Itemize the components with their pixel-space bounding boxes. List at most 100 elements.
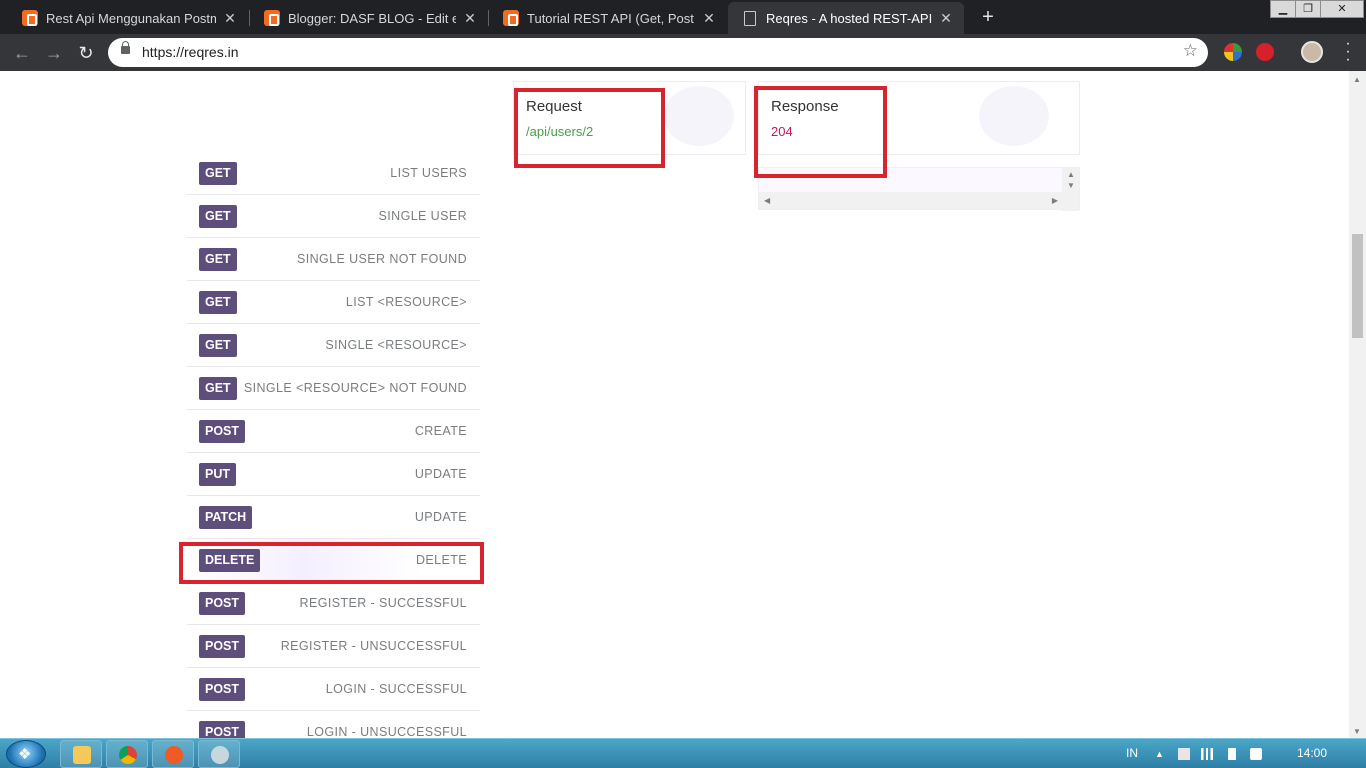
antivirus-extension-icon[interactable] [1256, 43, 1274, 61]
taskbar-chrome-button[interactable] [106, 740, 148, 768]
action-center-icon[interactable] [1178, 748, 1190, 760]
windows-taskbar: IN ▲ 14:00 [0, 738, 1366, 768]
clock[interactable]: 14:00 [1297, 746, 1327, 760]
blogger-icon [22, 10, 38, 26]
endpoint-row[interactable]: GET LIST <RESOURCE> [187, 281, 480, 324]
endpoint-label: SINGLE <RESOURCE> [325, 338, 467, 352]
tab-close-icon[interactable]: ✕ [938, 10, 954, 27]
taskbar-app-button[interactable] [198, 740, 240, 768]
endpoint-row[interactable]: POST LOGIN - UNSUCCESSFUL [187, 711, 480, 738]
blogger-icon [503, 10, 519, 26]
endpoint-label: LIST USERS [390, 166, 467, 180]
endpoint-row[interactable]: POST LOGIN - SUCCESSFUL [187, 668, 480, 711]
endpoint-row[interactable]: GET SINGLE <RESOURCE> NOT FOUND [187, 367, 480, 410]
tab-title: Tutorial REST API (Get, Post, Put, [527, 10, 695, 26]
endpoint-label: SINGLE USER [378, 209, 467, 223]
endpoint-label: SINGLE USER NOT FOUND [297, 252, 467, 266]
menu-kebab-icon[interactable]: · · · [1345, 36, 1351, 68]
start-button[interactable] [6, 740, 46, 768]
http-method-badge: POST [199, 635, 246, 658]
scroll-left-icon[interactable]: ◀ [764, 196, 770, 205]
minimize-button[interactable]: ▁ [1270, 0, 1296, 18]
scroll-up-icon[interactable]: ▲ [1067, 170, 1075, 179]
http-method-badge: POST [199, 420, 246, 443]
vertical-scrollbar[interactable]: ▲ ▼ [1062, 168, 1079, 211]
http-method-badge: GET [199, 291, 237, 314]
forward-arrow-icon[interactable]: → [42, 41, 66, 65]
new-tab-button[interactable]: + [977, 6, 999, 28]
maximize-button[interactable]: ❐ [1295, 0, 1321, 18]
endpoint-row[interactable]: POST REGISTER - UNSUCCESSFUL [187, 625, 480, 668]
annotation-box-delete [179, 542, 484, 584]
window-close-button[interactable]: ✕ [1320, 0, 1364, 18]
endpoint-label: SINGLE <RESOURCE> NOT FOUND [243, 381, 467, 395]
tab-rest-api-postman[interactable]: Rest Api Menggunakan Postman ✕ [8, 2, 248, 34]
endpoint-row[interactable]: PUT UPDATE [187, 453, 480, 496]
browser-toolbar: ← → ↻ https://reqres.in ☆ · · · [0, 34, 1366, 71]
page-content: GET LIST USERS GET SINGLE USER GET SINGLE USE… [0, 71, 1366, 738]
volume-muted-icon[interactable] [1250, 748, 1262, 760]
browser-tab-strip: Rest Api Menggunakan Postman ✕ Blogger: … [0, 0, 1366, 34]
tab-close-icon[interactable]: ✕ [462, 10, 478, 27]
tab-reqres[interactable]: Reqres - A hosted REST-API read ✕ [728, 2, 964, 34]
back-arrow-icon[interactable]: ← [10, 41, 34, 65]
endpoint-row[interactable]: GET SINGLE USER [187, 195, 480, 238]
tab-close-icon[interactable]: ✕ [222, 10, 238, 27]
bookmark-star-icon[interactable]: ☆ [1183, 41, 1198, 61]
show-hidden-icons-icon[interactable]: ▲ [1155, 749, 1164, 759]
http-method-badge: GET [199, 205, 237, 228]
endpoint-label: LOGIN - UNSUCCESSFUL [306, 725, 467, 738]
tab-close-icon[interactable]: ✕ [701, 10, 717, 27]
annotation-box-response [754, 86, 887, 178]
taskbar-explorer-button[interactable] [60, 740, 102, 768]
annotation-box-request [514, 88, 665, 168]
profile-avatar[interactable] [1301, 41, 1323, 63]
endpoint-row[interactable]: POST REGISTER - SUCCESSFUL [187, 582, 480, 625]
http-method-badge: GET [199, 162, 237, 185]
endpoint-row[interactable]: POST CREATE [187, 410, 480, 453]
postman-icon [165, 746, 183, 764]
tab-title: Reqres - A hosted REST-API read [766, 10, 932, 26]
decorative-shape [979, 86, 1049, 146]
scroll-up-icon[interactable]: ▲ [1353, 75, 1361, 84]
endpoint-label: CREATE [414, 424, 467, 438]
endpoint-row[interactable]: GET LIST USERS [187, 152, 480, 195]
scroll-right-icon[interactable]: ▶ [1052, 196, 1058, 205]
http-method-badge: GET [199, 377, 237, 400]
endpoint-row[interactable]: GET SINGLE <RESOURCE> [187, 324, 480, 367]
address-bar[interactable]: https://reqres.in ☆ [108, 38, 1208, 67]
endpoint-label: REGISTER - SUCCESSFUL [299, 596, 467, 610]
horizontal-scrollbar[interactable]: ◀ ▶ [759, 192, 1063, 209]
endpoint-label: UPDATE [414, 467, 467, 481]
endpoint-row[interactable]: PATCH UPDATE [187, 496, 480, 539]
battery-icon[interactable] [1228, 748, 1236, 760]
http-method-badge: GET [199, 334, 237, 357]
scroll-down-icon[interactable]: ▼ [1067, 181, 1075, 190]
http-method-badge: GET [199, 248, 237, 271]
http-method-badge: POST [199, 592, 246, 615]
scroll-down-icon[interactable]: ▼ [1353, 727, 1361, 736]
app-icon [211, 746, 229, 764]
http-method-badge: PUT [199, 463, 236, 486]
taskbar-postman-button[interactable] [152, 740, 194, 768]
page-scrollbar[interactable]: ▲ ▼ [1349, 71, 1366, 738]
extension-icon[interactable] [1224, 43, 1242, 61]
folder-icon [73, 746, 91, 764]
endpoint-label: REGISTER - UNSUCCESSFUL [280, 639, 467, 653]
blogger-icon [264, 10, 280, 26]
endpoint-label: LOGIN - SUCCESSFUL [325, 682, 467, 696]
scrollbar-thumb[interactable] [1352, 234, 1363, 338]
http-method-badge: PATCH [199, 506, 253, 529]
endpoint-label: UPDATE [414, 510, 467, 524]
network-signal-icon[interactable] [1201, 748, 1213, 760]
endpoint-row[interactable]: GET SINGLE USER NOT FOUND [187, 238, 480, 281]
endpoint-label: LIST <RESOURCE> [345, 295, 467, 309]
tab-blogger-edit[interactable]: Blogger: DASF BLOG - Edit entri ✕ [250, 2, 488, 34]
reload-icon[interactable]: ↻ [74, 41, 98, 65]
lock-icon [121, 41, 130, 54]
document-icon [744, 10, 756, 26]
url-text[interactable]: https://reqres.in [142, 44, 239, 60]
tab-tutorial-rest-api[interactable]: Tutorial REST API (Get, Post, Put, ✕ [489, 2, 727, 34]
http-method-badge: POST [199, 721, 246, 738]
language-indicator[interactable]: IN [1126, 746, 1138, 760]
